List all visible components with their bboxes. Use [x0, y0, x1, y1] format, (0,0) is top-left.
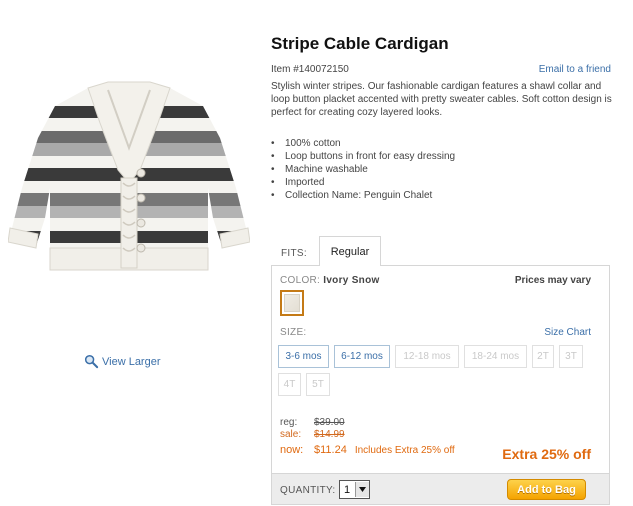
fits-label: FITS: [281, 248, 307, 259]
quantity-label: QUANTITY: [280, 485, 336, 496]
color-label: COLOR: [280, 275, 321, 286]
size-button-2t[interactable]: 2T [532, 345, 554, 368]
color-value: Ivory Snow [323, 275, 380, 286]
feature-item: Loop buttons in front for easy dressing [271, 150, 455, 163]
tab-regular[interactable]: Regular [319, 236, 381, 266]
regular-price-line: reg: $39.00 [280, 417, 455, 429]
magnifier-icon [84, 354, 99, 369]
regular-price: $39.00 [314, 417, 345, 428]
fits-row: FITS: Regular [271, 236, 610, 266]
price-block: reg: $39.00 sale: $14.99 now: $11.24 Inc… [280, 417, 455, 457]
size-button-5t[interactable]: 5T [306, 373, 330, 396]
sale-price: $14.99 [314, 429, 345, 440]
feature-list: 100% cotton Loop buttons in front for ea… [271, 137, 455, 202]
swatch-fill [284, 294, 300, 312]
quantity-select[interactable]: 1 [339, 480, 370, 499]
size-button-4t[interactable]: 4T [278, 373, 301, 396]
regular-price-label: reg: [280, 417, 298, 428]
size-button-12-18-mos[interactable]: 12-18 mos [395, 345, 459, 368]
now-price-line: now: $11.24 Includes Extra 25% off [280, 444, 455, 457]
size-button-18-24-mos[interactable]: 18-24 mos [464, 345, 527, 368]
email-friend-link[interactable]: Email to a friend [539, 64, 611, 75]
feature-item: Collection Name: Penguin Chalet [271, 189, 455, 202]
product-description: Stylish winter stripes. Our fashionable … [271, 81, 612, 118]
product-title: Stripe Cable Cardigan [271, 34, 449, 53]
add-to-bag-bar: QUANTITY: 1 Add to Bag [271, 473, 610, 505]
prices-vary-note: Prices may vary [514, 275, 591, 286]
extra-off-badge: Extra 25% off [502, 446, 591, 462]
size-button-3-6-mos[interactable]: 3-6 mos [278, 345, 329, 368]
size-button-6-12-mos[interactable]: 6-12 mos [334, 345, 390, 368]
size-label: SIZE: [280, 327, 307, 338]
product-image[interactable] [7, 78, 251, 300]
view-larger-link[interactable]: View Larger [84, 354, 161, 369]
now-price-label: now: [280, 444, 304, 456]
now-price: $11.24 [314, 444, 347, 456]
size-chart-link[interactable]: Size Chart [544, 327, 591, 338]
add-to-bag-button[interactable]: Add to Bag [507, 479, 586, 500]
color-row: COLOR: Ivory Snow [280, 275, 380, 286]
quantity-value: 1 [343, 483, 351, 496]
sale-price-label: sale: [280, 429, 302, 440]
feature-item: Imported [271, 176, 455, 189]
size-button-3t[interactable]: 3T [559, 345, 583, 368]
feature-item: 100% cotton [271, 137, 455, 150]
options-panel: COLOR: Ivory Snow Prices may vary SIZE: … [271, 265, 610, 473]
color-swatch-ivory-snow[interactable] [280, 290, 304, 316]
chevron-down-icon [355, 482, 369, 497]
sale-price-line: sale: $14.99 [280, 429, 455, 441]
view-larger-label: View Larger [102, 355, 161, 368]
item-row: Item #140072150 Email to a friend [271, 64, 611, 75]
discount-note: Includes Extra 25% off [354, 445, 455, 456]
item-number: Item #140072150 [271, 64, 349, 75]
feature-item: Machine washable [271, 163, 455, 176]
